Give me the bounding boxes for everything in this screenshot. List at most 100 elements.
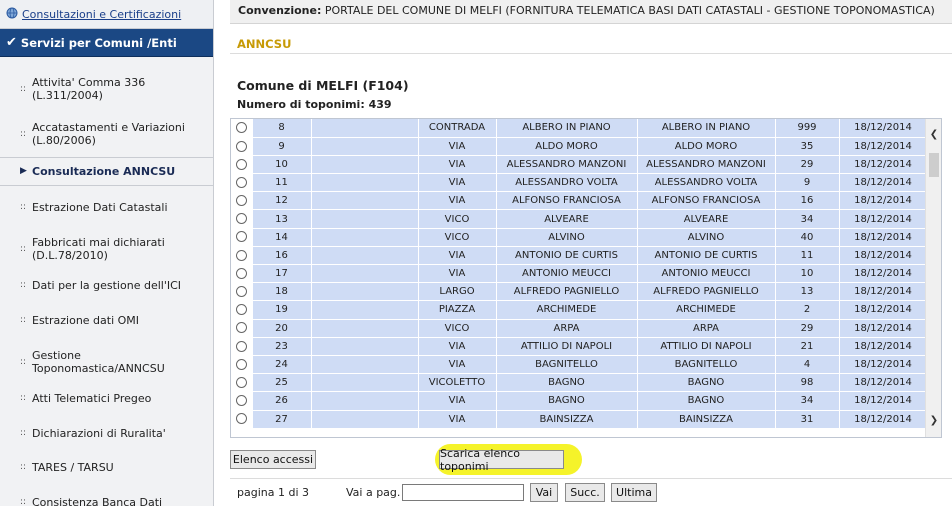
table-row[interactable]: 19 PIAZZA ARCHIMEDE ARCHIMEDE 2 18/12/2014: [231, 300, 928, 320]
name-cell: ALFREDO PAGNIELLO: [496, 282, 638, 302]
goto-page-label: Vai a pag.: [346, 486, 401, 499]
sidebar-item-dati-ici[interactable]: :: Dati per la gestione dell'ICI: [0, 274, 213, 296]
denom-cell: ALDO MORO: [637, 137, 776, 156]
vai-button[interactable]: Vai: [530, 483, 558, 502]
scroll-thumb[interactable]: [929, 153, 939, 177]
bullet-icon: ::: [20, 393, 27, 403]
convenzione-value: PORTALE DEL COMUNE DI MELFI (FORNITURA T…: [324, 4, 935, 17]
table-row[interactable]: 26 VIA BAGNO BAGNO 34 18/12/2014: [231, 391, 928, 411]
table-row[interactable]: 10 VIA ALESSANDRO MANZONI ALESSANDRO MANZON…: [231, 155, 928, 175]
name-cell: ANTONIO DE CURTIS: [496, 246, 638, 266]
scroll-up-icon[interactable]: ❮: [926, 127, 941, 143]
row-select-cell: [231, 228, 253, 247]
table-row[interactable]: 14 VICO ALVINO ALVINO 40 18/12/2014: [231, 228, 928, 247]
name-cell: BAINSIZZA: [496, 410, 638, 429]
extra-cell: [311, 246, 419, 266]
sidebar-active-section[interactable]: ✔ Servizi per Comuni /Enti: [0, 29, 213, 57]
table-row[interactable]: 13 VICO ALVEARE ALVEARE 34 18/12/2014: [231, 209, 928, 229]
count-cell: 16: [775, 191, 840, 211]
scarica-elenco-button[interactable]: Scarica elenco toponimi: [439, 447, 564, 473]
row-radio-button[interactable]: [235, 376, 247, 388]
name-cell: ALESSANDRO VOLTA: [496, 173, 638, 193]
elenco-accessi-button[interactable]: Elenco accessi: [230, 450, 316, 469]
table-row[interactable]: 23 VIA ATTILIO DI NAPOLI ATTILIO DI NAPOLI 2…: [231, 337, 928, 356]
table-scrollbar[interactable]: ❮ ❯: [925, 119, 941, 437]
goto-page-input[interactable]: [402, 484, 524, 501]
table-row[interactable]: 11 VIA ALESSANDRO VOLTA ALESSANDRO VOLTA 9 18…: [231, 173, 928, 193]
name-cell: ARPA: [496, 319, 638, 338]
type-cell: VIA: [418, 155, 497, 175]
name-cell: ALVINO: [496, 228, 638, 247]
count-cell: 29: [775, 155, 840, 175]
ultima-button[interactable]: Ultima: [611, 483, 657, 502]
row-radio-button[interactable]: [235, 322, 247, 334]
row-radio-button[interactable]: [235, 122, 247, 134]
extra-cell: [311, 155, 419, 175]
bullet-icon: ::: [20, 357, 27, 367]
count-cell: 98: [775, 373, 840, 393]
check-icon: ✔: [6, 35, 17, 50]
row-radio-button[interactable]: [235, 395, 247, 407]
extra-cell: [311, 337, 419, 356]
table-row[interactable]: 24 VIA BAGNITELLO BAGNITELLO 4 18/12/2014: [231, 355, 928, 375]
sidebar-item-estrazione-dati-catastali[interactable]: :: Estrazione Dati Catastali: [0, 196, 213, 218]
type-cell: VIA: [418, 355, 497, 375]
row-radio-button[interactable]: [235, 286, 247, 298]
main-content: Convenzione: PORTALE DEL COMUNE DI MELFI…: [230, 0, 952, 506]
sidebar-item-consultazione-anncsu[interactable]: ▶ Consultazione ANNCSU: [0, 160, 213, 182]
bullet-icon: ::: [20, 497, 27, 506]
table-row[interactable]: 16 VIA ANTONIO DE CURTIS ANTONIO DE CURTIS 1…: [231, 246, 928, 266]
sidebar-item-gestione-toponomastica[interactable]: :: Gestione Toponomastica/ANNCSU: [0, 344, 213, 380]
date-cell: 18/12/2014: [839, 337, 928, 356]
table-row[interactable]: 20 VICO ARPA ARPA 29 18/12/2014: [231, 319, 928, 338]
table-row[interactable]: 12 VIA ALFONSO FRANCIOSA ALFONSO FRANCIOSA 1…: [231, 191, 928, 211]
date-cell: 18/12/2014: [839, 319, 928, 338]
sidebar-item-tares[interactable]: :: TARES / TARSU: [0, 456, 213, 478]
denom-cell: ARCHIMEDE: [637, 300, 776, 320]
sidebar-item-label: Consistenza Banca Dati: [32, 495, 163, 506]
table-row[interactable]: 8 CONTRADA ALBERO IN PIANO ALBERO IN PIANO 9…: [231, 119, 928, 138]
row-radio-button[interactable]: [235, 249, 247, 261]
sidebar-item-pregeo[interactable]: :: Atti Telematici Pregeo: [0, 387, 213, 409]
row-radio-button[interactable]: [235, 140, 247, 152]
table-row[interactable]: 18 LARGO ALFREDO PAGNIELLO ALFREDO PAGNIELL…: [231, 282, 928, 302]
table-row[interactable]: 9 VIA ALDO MORO ALDO MORO 35 18/12/2014: [231, 137, 928, 156]
row-radio-button[interactable]: [235, 195, 247, 207]
denom-cell: ALBERO IN PIANO: [637, 119, 776, 138]
sidebar-item-ruralita[interactable]: :: Dichiarazioni di Ruralita': [0, 422, 213, 444]
denom-cell: BAGNO: [637, 391, 776, 411]
sidebar-item-accatastamenti[interactable]: :: Accatastamenti e Variazioni (L.80/200…: [0, 116, 213, 152]
denom-cell: ATTILIO DI NAPOLI: [637, 337, 776, 356]
table-row[interactable]: 17 VIA ANTONIO MEUCCI ANTONIO MEUCCI 10 18/12…: [231, 264, 928, 284]
row-radio-button[interactable]: [235, 231, 247, 243]
type-cell: PIAZZA: [418, 300, 497, 320]
sidebar-item-estrazione-omi[interactable]: :: Estrazione dati OMI: [0, 309, 213, 331]
row-radio-button[interactable]: [235, 267, 247, 279]
count-cell: 9: [775, 173, 840, 193]
row-radio-button[interactable]: [235, 413, 247, 425]
table-row[interactable]: 25 VICOLETTO BAGNO BAGNO 98 18/12/2014: [231, 373, 928, 393]
extra-cell: [311, 300, 419, 320]
sidebar-link-consultazioni[interactable]: Consultazioni e Certificazioni: [0, 0, 213, 29]
succ-button[interactable]: Succ.: [565, 483, 605, 502]
row-select-cell: [231, 173, 253, 193]
sidebar-item-comma-336[interactable]: :: Attivita' Comma 336 (L.311/2004): [0, 71, 213, 107]
count-cell: 34: [775, 209, 840, 229]
sidebar-item-consistenza[interactable]: :: Consistenza Banca Dati: [0, 491, 213, 506]
extra-cell: [311, 228, 419, 247]
count-cell: 31: [775, 410, 840, 429]
table-row[interactable]: 27 VIA BAINSIZZA BAINSIZZA 31 18/12/2014: [231, 410, 928, 429]
row-radio-button[interactable]: [235, 176, 247, 188]
row-radio-button[interactable]: [235, 213, 247, 225]
sidebar-item-fabbricati[interactable]: :: Fabbricati mai dichiarati (D.L.78/201…: [0, 231, 213, 267]
row-radio-button[interactable]: [235, 304, 247, 316]
scroll-down-icon[interactable]: ❯: [926, 413, 941, 429]
count-cell: 10: [775, 264, 840, 284]
bullet-icon: ::: [20, 280, 27, 290]
row-radio-button[interactable]: [235, 158, 247, 170]
sidebar-item-label: Estrazione Dati Catastali: [32, 200, 168, 214]
toponym-table-container[interactable]: 8 CONTRADA ALBERO IN PIANO ALBERO IN PIANO 9…: [230, 118, 942, 438]
row-radio-button[interactable]: [235, 340, 247, 352]
row-radio-button[interactable]: [235, 358, 247, 370]
code-cell: 26: [252, 391, 312, 411]
